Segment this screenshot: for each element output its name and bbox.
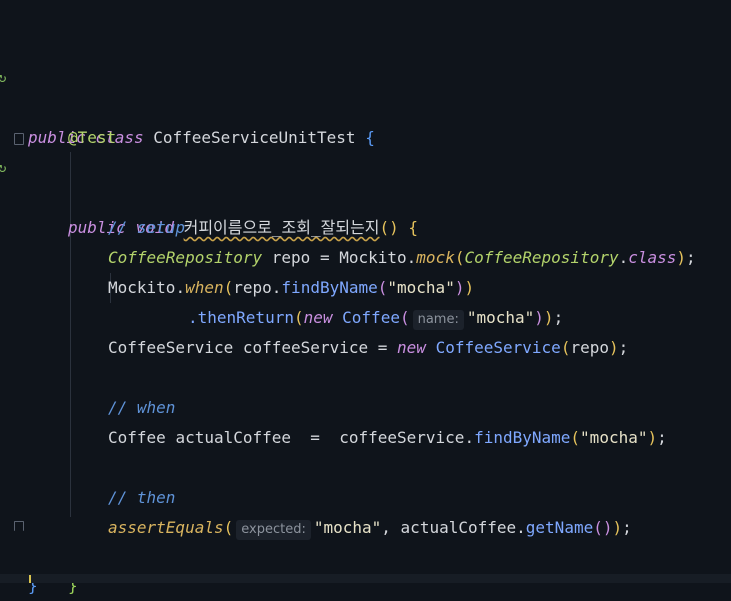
- type-name: CoffeeRepository: [464, 248, 619, 267]
- fold-toggle-icon[interactable]: [14, 133, 24, 145]
- class-ref: Mockito: [339, 248, 407, 267]
- method-call: findByName: [474, 428, 571, 447]
- string-literal: "mocha": [387, 278, 455, 297]
- comment: // when: [108, 398, 176, 417]
- code-line-service-init[interactable]: CoffeeService coffeeService = new Coffee…: [0, 303, 628, 357]
- run-test-icon[interactable]: ↻: [0, 63, 8, 93]
- code-line-assert[interactable]: assertEquals(expected: "mocha", actualCof…: [0, 483, 632, 540]
- code-line-comment-then[interactable]: // then: [0, 453, 175, 507]
- fold-end-icon[interactable]: [14, 521, 24, 531]
- keyword: new: [397, 338, 426, 357]
- type-name: Coffee: [108, 428, 166, 447]
- test-annotation: @Test: [68, 128, 117, 147]
- editor-bottom-line: [0, 574, 731, 583]
- code-line-find-by-name[interactable]: Coffee actualCoffee = coffeeService.find…: [0, 393, 667, 447]
- variable: actualCoffee: [175, 428, 292, 447]
- code-line-class-close[interactable]: }: [0, 541, 38, 595]
- string-literal: "mocha": [580, 428, 648, 447]
- keyword: class: [628, 248, 677, 267]
- variable: actualCoffee: [400, 518, 517, 537]
- method-call: .thenReturn: [188, 308, 294, 327]
- comment: // setup: [108, 218, 186, 237]
- class-ref: Mockito: [108, 278, 176, 297]
- static-method: when: [185, 278, 224, 297]
- type-name: Coffee: [342, 308, 400, 327]
- text-caret: [29, 575, 31, 583]
- code-line-comment-when[interactable]: // when: [0, 363, 175, 417]
- method-name: 커피이름으로_조회_잘되는지: [183, 218, 380, 237]
- method-call: getName: [525, 518, 594, 537]
- code-line-annotation[interactable]: @Test: [0, 93, 116, 147]
- method-call: findByName: [281, 278, 378, 297]
- brace: {: [365, 128, 375, 147]
- variable: repo: [570, 338, 609, 357]
- code-line-method-close[interactable]: }: [0, 511, 78, 595]
- code-line-mockito-when[interactable]: Mockito.when(repo.findByName("mocha")): [0, 243, 474, 297]
- indent-guide: [70, 152, 71, 517]
- code-line-class-declaration[interactable]: ↻ public class CoffeeServiceUnitTest {: [0, 33, 375, 147]
- variable: repo: [233, 278, 272, 297]
- static-method: assertEquals: [108, 518, 224, 537]
- variable: coffeeService: [242, 338, 369, 357]
- code-line-then-return[interactable]: .thenReturn(new Coffee(name: "mocha"));: [0, 273, 563, 330]
- parameter-hint: expected:: [236, 520, 311, 540]
- class-name: CoffeeServiceUnitTest: [153, 128, 356, 147]
- run-test-icon[interactable]: ↻: [0, 153, 8, 183]
- code-line-method-declaration[interactable]: ↻ public void 커피이름으로_조회_잘되는지() {: [0, 123, 418, 237]
- type-name: CoffeeService: [435, 338, 561, 357]
- variable: coffeeService: [339, 428, 465, 447]
- string-literal: "mocha": [466, 308, 535, 327]
- code-line-comment-setup[interactable]: // setup: [0, 183, 185, 237]
- string-literal: "mocha": [313, 518, 382, 537]
- code-line-mock-repo[interactable]: CoffeeRepository repo = Mockito.mock(Cof…: [0, 213, 696, 267]
- static-method: mock: [416, 248, 455, 267]
- keyword: new: [303, 308, 333, 327]
- type-name: CoffeeService: [108, 338, 234, 357]
- variable: repo: [271, 248, 311, 267]
- parameter-hint: name:: [412, 310, 464, 330]
- comment: // then: [108, 488, 176, 507]
- type-name: CoffeeRepository: [108, 248, 263, 267]
